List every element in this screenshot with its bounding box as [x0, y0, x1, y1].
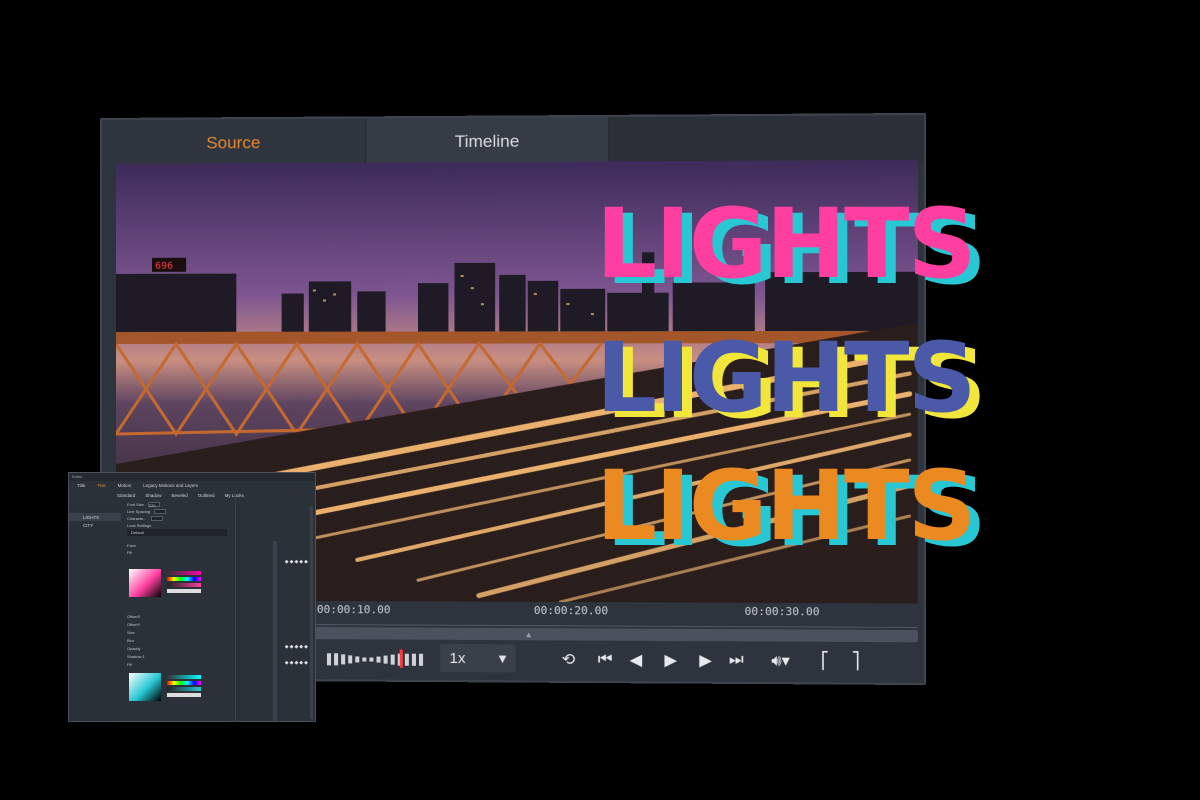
fill-label: Fill — [123, 549, 231, 556]
editor-tab-motion[interactable]: Motion — [118, 483, 132, 491]
ruler-label-30: 00:00:30.00 — [745, 605, 820, 619]
layer-item-lights[interactable]: LIGHTS — [69, 513, 121, 521]
look-outlined[interactable]: Outlined — [198, 493, 215, 501]
editor-panel: Editor Title Text Motion Legacy Motions … — [68, 472, 316, 722]
layer-list: LIGHTS CITY — [69, 503, 121, 722]
layer-item-city[interactable]: CITY — [69, 521, 121, 529]
sign-number: 696 — [155, 261, 173, 272]
layer-lights-icon-row — [69, 503, 121, 513]
editor-tabs: Title Text Motion Legacy Motions and Lay… — [77, 483, 247, 491]
prop-character-label: Characte... — [127, 516, 147, 521]
prop-opacity: Opacity — [123, 645, 141, 652]
look-settings-header[interactable]: Look Settings — [123, 522, 231, 529]
look-beveled[interactable]: Beveled — [172, 493, 188, 501]
fill2-label: Fill — [123, 661, 132, 668]
keyframe-markers-shadow[interactable]: ◆◆◆◆◆ — [285, 660, 309, 666]
editor-scrollbar[interactable] — [310, 507, 313, 719]
character-field[interactable] — [151, 516, 163, 521]
prop-line-spacing-label: Line Spacing — [127, 509, 150, 514]
shadow1-section[interactable]: Shadow 1 — [123, 653, 145, 660]
jog-shuttle[interactable] — [327, 649, 436, 668]
prop-line-spacing: Line Spacing — [123, 508, 231, 515]
font-size-field[interactable]: 220 — [148, 502, 160, 507]
title-line-1: LIGHTS — [596, 196, 975, 292]
face-color-picker[interactable] — [129, 569, 161, 597]
jog-marker — [400, 650, 403, 668]
speed-value: 1x — [449, 649, 465, 666]
editor-window-title: Editor — [69, 473, 315, 481]
look-default-select[interactable]: Default — [127, 529, 227, 536]
ruler-label-10: 00:00:10.00 — [317, 603, 391, 616]
look-standard[interactable]: Standard — [117, 493, 135, 501]
go-to-end-icon[interactable]: ⏭ — [724, 648, 749, 672]
shadow-color-picker[interactable] — [129, 673, 161, 701]
tab-timeline[interactable]: Timeline — [365, 117, 609, 167]
play-icon[interactable]: ▶ — [658, 648, 683, 672]
editor-tab-text[interactable]: Text — [97, 483, 105, 491]
line-spacing-field[interactable] — [154, 509, 166, 514]
tab-bar-filler — [609, 115, 924, 165]
mark-in-icon[interactable]: ⎡ — [812, 649, 837, 674]
look-shadow[interactable]: Shadow — [145, 493, 161, 501]
scrub-handle-icon[interactable]: ▲ — [525, 630, 533, 638]
properties-panel: Font Size 220 Line Spacing Characte... L… — [123, 501, 231, 722]
tab-source[interactable]: Source — [102, 118, 365, 168]
prop-character: Characte... — [123, 515, 231, 522]
go-to-start-icon[interactable]: ⏮ — [593, 648, 618, 672]
speed-select[interactable]: 1x ▾ — [440, 644, 515, 673]
prop-offset-x: OffsetX — [123, 613, 140, 620]
keyframe-track: ◆◆◆◆◆ ◆◆◆◆◆ ◆◆◆◆◆ — [235, 501, 313, 722]
prop-font-size: Font Size 220 — [123, 501, 231, 508]
chevron-down-icon: ▾ — [499, 649, 507, 667]
prop-blur: Blur — [123, 637, 134, 644]
keyframe-markers-offset[interactable]: ◆◆◆◆◆ — [285, 644, 309, 650]
loop-icon[interactable]: ⟲ — [556, 647, 580, 671]
title-line-3: LIGHTS — [596, 458, 975, 554]
shadow-color-sliders[interactable] — [167, 675, 201, 699]
step-back-icon[interactable]: ◀ — [624, 648, 649, 672]
editor-tab-legacy[interactable]: Legacy Motions and Layers — [143, 483, 198, 491]
keyframe-markers-face[interactable]: ◆◆◆◆◆ — [285, 559, 309, 565]
editor-tab-title[interactable]: Title — [77, 483, 85, 491]
prop-size: Size — [123, 629, 135, 636]
prop-offset-y: OffsetY — [123, 621, 140, 628]
volume-icon[interactable]: 🔊︎▾ — [763, 649, 798, 674]
face-section[interactable]: Face — [123, 542, 231, 549]
looks-bar: Standard Shadow Beveled Outlined My Look… — [117, 493, 315, 501]
look-my-looks[interactable]: My Looks — [225, 493, 244, 501]
ruler-label-20: 00:00:20.00 — [534, 604, 608, 617]
step-forward-icon[interactable]: ▶ — [693, 648, 718, 672]
prop-font-size-label: Font Size — [127, 502, 144, 507]
mark-out-icon[interactable]: ⎤ — [843, 649, 868, 674]
title-line-2: LIGHTS — [596, 330, 975, 426]
face-color-sliders[interactable] — [167, 571, 201, 595]
